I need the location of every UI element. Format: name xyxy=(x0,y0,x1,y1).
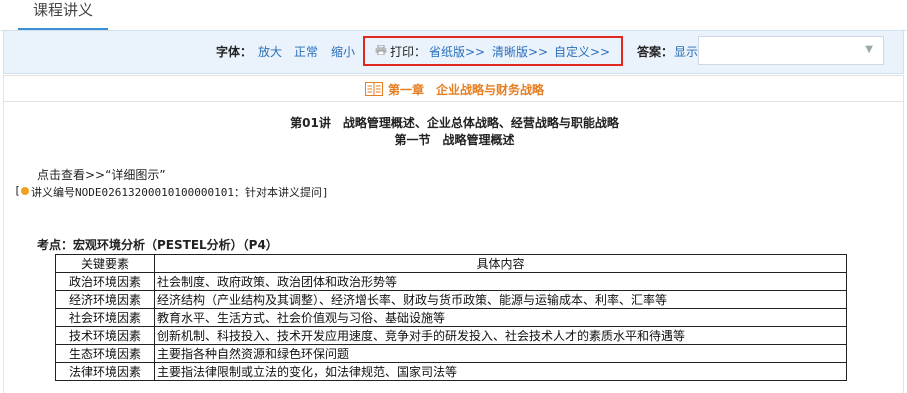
font-size-label: 字体： xyxy=(216,45,253,59)
chapter-header: 第一章 企业战略与财务战略 xyxy=(3,75,904,102)
kaodian-heading: 考点：宏观环境分析（PESTEL分析）（P4） xyxy=(37,238,278,252)
table-row: 政治环境因素 社会制度、政府政策、政治团体和政治形势等 xyxy=(55,272,847,291)
answer-select[interactable]: ▼ xyxy=(698,36,884,65)
table-row: 经济环境因素 经济结构（产业结构及其调整）、经济增长率、财政与货币政策、能源与运… xyxy=(55,290,847,309)
table-row: 法律环境因素 主要指法律限制或立法的变化，如法律规范、国家司法等 xyxy=(55,362,847,381)
table-cell-factor: 法律环境因素 xyxy=(55,362,155,381)
answer-label: 答案： xyxy=(637,45,674,59)
table-cell-factor: 政治环境因素 xyxy=(55,272,155,291)
note-bracket: [ xyxy=(14,184,21,197)
table-header-cell: 具体内容 xyxy=(154,254,847,273)
table-cell-content: 经济结构（产业结构及其调整）、经济增长率、财政与货币政策、能源与运输成本、利率、… xyxy=(154,290,847,309)
table-row: 技术环境因素 创新机制、科技投入、技术开发应用速度、竞争对手的研发投入、社会技术… xyxy=(55,326,847,345)
table-cell-factor: 生态环境因素 xyxy=(55,344,155,363)
chevron-down-icon: ▼ xyxy=(865,44,873,55)
table-cell-content: 主要指各种自然资源和绿色环保问题 xyxy=(154,344,847,363)
table-header-cell: 关键要素 xyxy=(55,254,155,273)
pestel-table: 关键要素 具体内容 政治环境因素 社会制度、政府政策、政治团体和政治形势等 经济… xyxy=(55,254,847,381)
table-cell-content: 社会制度、政府政策、政治团体和政治形势等 xyxy=(154,272,847,291)
table-cell-factor: 社会环境因素 xyxy=(55,308,155,327)
answer-show-link[interactable]: 显示 xyxy=(674,43,698,60)
table-cell-factor: 技术环境因素 xyxy=(55,326,155,345)
font-normal-link[interactable]: 正常 xyxy=(294,43,318,60)
print-options-highlight xyxy=(363,36,623,66)
question-dot-icon[interactable] xyxy=(21,187,29,195)
view-diagram-link[interactable]: 点击查看>>“详细图示” xyxy=(37,166,166,183)
table-cell-content: 教育水平、生活方式、社会价值观与习俗、基础设施等 xyxy=(154,308,847,327)
chapter-title: 第一章 企业战略与财务战略 xyxy=(388,83,545,97)
tab-bar: 课程讲义 xyxy=(0,0,907,31)
table-header-row: 关键要素 具体内容 xyxy=(55,254,847,273)
table-row: 生态环境因素 主要指各种自然资源和绿色环保问题 xyxy=(55,344,847,363)
table-row: 社会环境因素 教育水平、生活方式、社会价值观与习俗、基础设施等 xyxy=(55,308,847,327)
font-smaller-link[interactable]: 缩小 xyxy=(331,43,355,60)
book-icon xyxy=(365,82,383,96)
toolbar: 字体： 放大 正常 缩小 打印： 省纸版>> 清晰版>> 自定义>> 答案： 显… xyxy=(3,30,904,74)
table-cell-content: 主要指法律限制或立法的变化，如法律规范、国家司法等 xyxy=(154,362,847,381)
font-bigger-link[interactable]: 放大 xyxy=(258,43,282,60)
note-ask-link[interactable]: 讲义编号NODE02613200010100000101：针对本讲义提问] xyxy=(31,184,329,200)
table-cell-factor: 经济环境因素 xyxy=(55,290,155,309)
tab-course-notes[interactable]: 课程讲义 xyxy=(18,0,108,30)
table-cell-content: 创新机制、科技投入、技术开发应用速度、竞争对手的研发投入、社会技术人才的素质水平… xyxy=(154,326,847,345)
section-title: 第一节 战略管理概述 xyxy=(394,133,515,147)
lecture-title: 第01讲 战略管理概述、企业总体战略、经营战略与职能战略 xyxy=(290,116,619,130)
